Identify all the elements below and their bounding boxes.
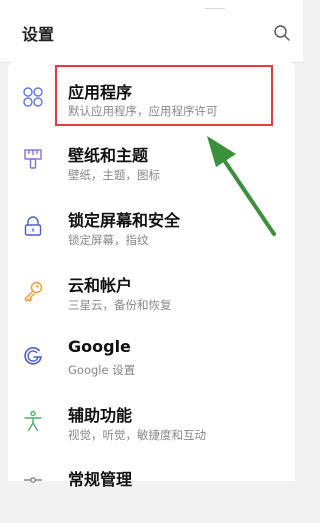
general-management-icon xyxy=(24,477,42,483)
accessibility-icon xyxy=(24,410,42,432)
settings-item-title: 辅助功能 xyxy=(68,406,133,425)
settings-item-general-management[interactable]: 常规管理 xyxy=(8,459,295,523)
settings-item-title: 云和帐户 xyxy=(68,276,133,295)
settings-list: 应用程序 默认应用程序，应用程序许可 壁纸和主题 壁纸，主题，图标 锁定屏幕和安… xyxy=(8,62,295,489)
settings-item-lock-screen[interactable]: 锁定屏幕和安全 锁定屏幕，指纹 xyxy=(8,199,295,263)
status-indicator xyxy=(205,8,225,9)
settings-item-title: Google xyxy=(68,337,131,356)
lock-icon xyxy=(24,216,42,236)
settings-item-google[interactable]: Google Google 设置 xyxy=(8,329,295,393)
settings-item-subtitle: Google 设置 xyxy=(68,363,136,377)
settings-item-title: 壁纸和主题 xyxy=(68,146,149,165)
settings-item-subtitle: 锁定屏幕，指纹 xyxy=(68,233,149,247)
page-title: 设置 xyxy=(22,25,55,44)
highlight-box xyxy=(55,65,273,126)
top-bar: 设置 xyxy=(0,0,303,63)
settings-item-subtitle: 视觉，听觉，敏捷度和互动 xyxy=(68,428,206,442)
apps-grid-icon xyxy=(23,87,43,107)
key-icon xyxy=(24,281,43,302)
settings-item-accessibility[interactable]: 辅助功能 视觉，听觉，敏捷度和互动 xyxy=(8,394,295,458)
paint-brush-icon xyxy=(24,149,42,169)
search-icon[interactable] xyxy=(273,24,291,42)
settings-item-title: 锁定屏幕和安全 xyxy=(68,211,181,230)
settings-item-cloud-accounts[interactable]: 云和帐户 三星云，备份和恢复 xyxy=(8,264,295,328)
settings-item-title: 常规管理 xyxy=(68,470,133,489)
settings-item-wallpaper[interactable]: 壁纸和主题 壁纸，主题，图标 xyxy=(8,134,295,198)
google-icon xyxy=(24,347,42,365)
settings-item-subtitle: 三星云，备份和恢复 xyxy=(68,298,172,312)
settings-item-subtitle: 壁纸，主题，图标 xyxy=(68,168,160,182)
